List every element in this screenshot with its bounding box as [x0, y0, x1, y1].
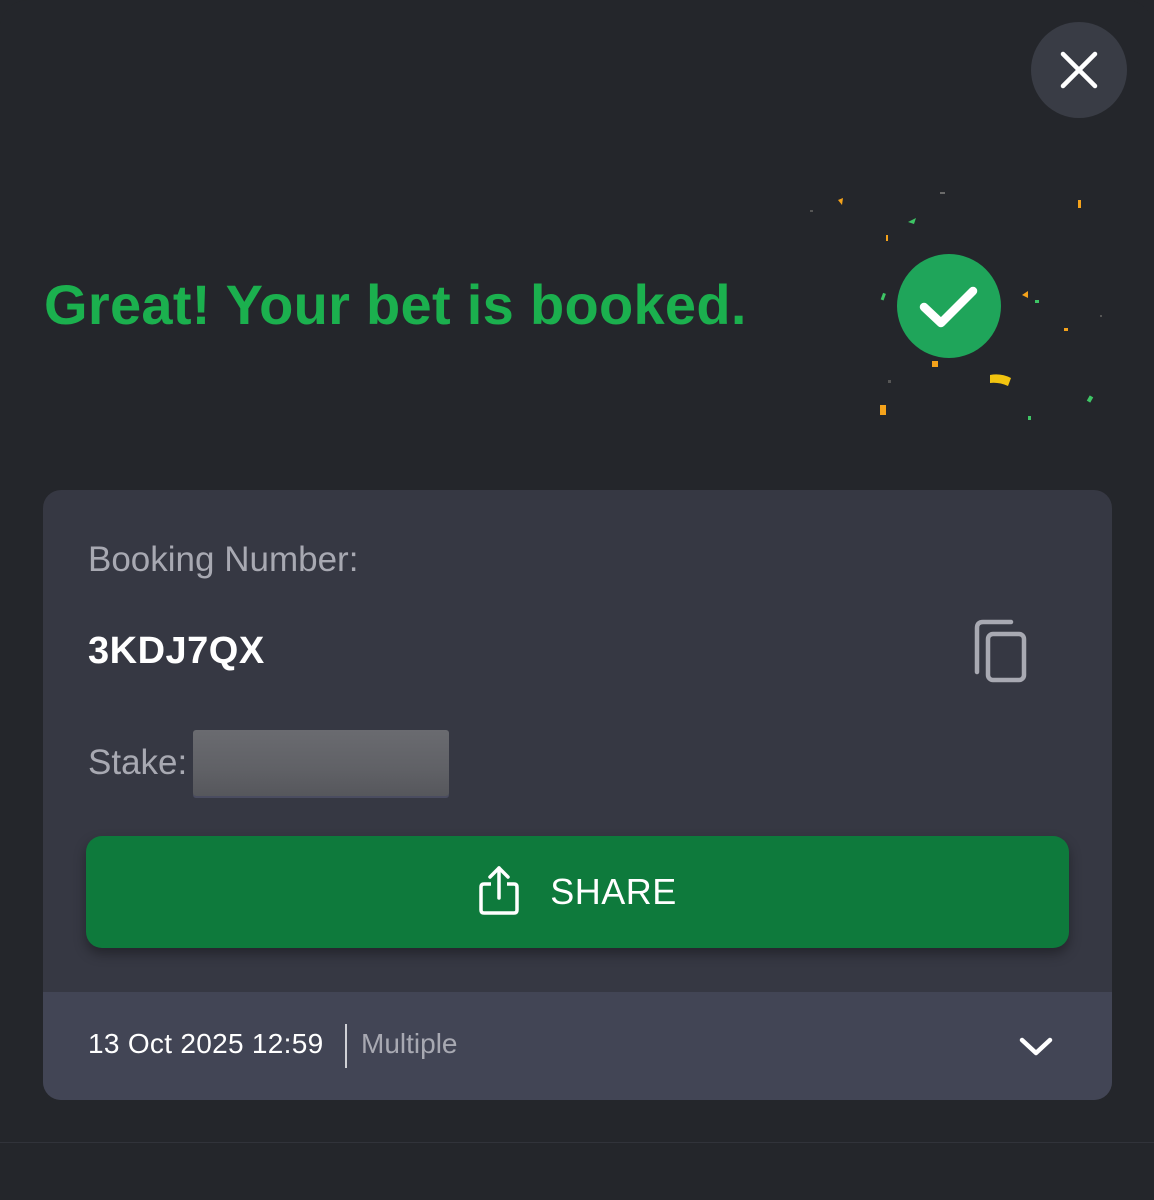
check-circle-icon — [897, 254, 1001, 358]
expand-details-button[interactable] — [1011, 1022, 1061, 1072]
share-icon — [479, 866, 519, 915]
booking-timestamp: 13 Oct 2025 12:59 — [88, 1028, 324, 1059]
stake-row: Stake: — [88, 728, 450, 798]
stake-value-redacted — [193, 730, 450, 796]
booking-number-label: Booking Number: — [88, 540, 359, 579]
share-button-label: SHARE — [550, 871, 677, 912]
copy-icon — [974, 619, 1027, 683]
chevron-down-icon — [1019, 1037, 1053, 1056]
stake-label: Stake: — [88, 743, 188, 782]
copy-button[interactable] — [971, 618, 1035, 688]
booking-confirmation-sheet: Great! Your bet is booked. Booking Numbe… — [0, 0, 1154, 1200]
close-button[interactable] — [1031, 22, 1127, 118]
footer-divider — [345, 1024, 347, 1068]
bottom-divider — [0, 1142, 1154, 1143]
bet-type-label: Multiple — [361, 1028, 458, 1059]
bet-summary-footer: 13 Oct 2025 12:59 Multiple — [43, 992, 1112, 1100]
share-button[interactable]: SHARE — [86, 836, 1069, 948]
booking-card: Booking Number: 3KDJ7QX Stake: SHARE 13 … — [43, 490, 1112, 1100]
booking-number-value: 3KDJ7QX — [88, 630, 265, 672]
confetti-decoration — [810, 192, 1102, 420]
success-headline: Great! Your bet is booked. — [44, 273, 747, 336]
close-icon — [1060, 51, 1098, 89]
